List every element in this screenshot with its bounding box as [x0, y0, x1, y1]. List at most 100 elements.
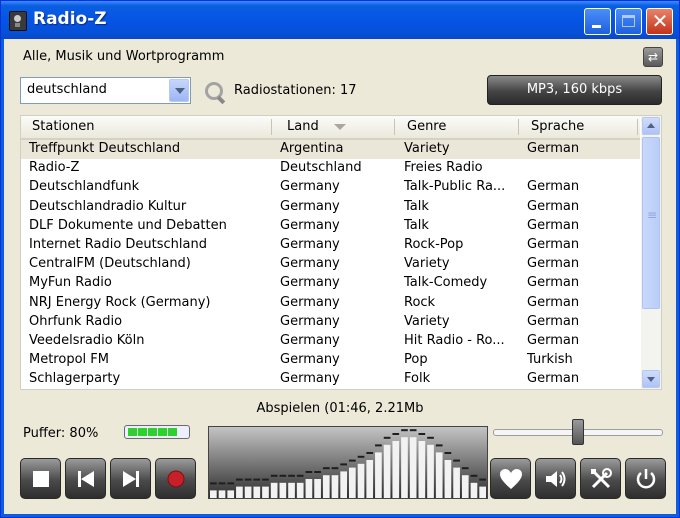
sort-desc-icon	[334, 124, 346, 130]
table-row[interactable]: Deutschlandfunk Germany Talk-Public Ra... G…	[21, 178, 640, 197]
spectrum-bar	[296, 482, 304, 498]
column-header-stations[interactable]: Stationen	[32, 119, 94, 134]
language-cell: German	[527, 179, 580, 195]
table-row[interactable]: Ohrfunk Radio Germany Variety German	[21, 313, 640, 332]
spectrum-bar	[375, 452, 382, 498]
spectrum-peak	[479, 478, 486, 481]
spectrum-bar	[409, 437, 417, 498]
category-label[interactable]: Alle, Musik und Wortprogramm	[23, 49, 224, 64]
spectrum-bar	[444, 460, 452, 498]
spectrum-peak	[392, 433, 400, 435]
scroll-up-button[interactable]	[642, 117, 660, 135]
table-row[interactable]: Deutschlandradio Kultur Germany Talk German	[21, 198, 640, 217]
table-row[interactable]: DLF Dokumente und Debatten Germany Talk Ger…	[21, 217, 640, 236]
buffer-segment	[138, 428, 147, 436]
country-select[interactable]: deutschland	[20, 77, 191, 104]
playback-status: Abspielen (01:46, 2.21Mb	[256, 401, 424, 416]
skip-forward-icon	[111, 459, 150, 498]
window-title: Radio-Z	[33, 9, 107, 29]
scroll-down-button[interactable]	[642, 370, 660, 388]
main-panel: Alle, Musik und Wortprogramm ⇄ deutschla…	[4, 39, 676, 514]
heart-icon	[491, 459, 530, 498]
station-name-cell: Veedelsradio Köln	[29, 332, 145, 348]
column-header-language[interactable]: Sprache	[531, 119, 584, 134]
language-cell: German	[527, 332, 580, 348]
next-button[interactable]	[110, 458, 151, 499]
spectrum-peak	[270, 474, 278, 477]
genre-cell: Hit Radio - Ro...	[404, 332, 505, 348]
close-icon: ✕	[651, 9, 669, 33]
column-divider[interactable]	[518, 119, 519, 135]
spectrum-peak	[262, 478, 269, 481]
column-divider[interactable]	[271, 119, 272, 135]
spectrum-bar	[262, 486, 269, 498]
table-row[interactable]: CentralFM (Deutschland) Germany Variety Ger…	[21, 255, 640, 274]
search-icon[interactable]	[205, 82, 223, 100]
minimize-button[interactable]	[584, 8, 611, 35]
chevron-down-icon[interactable]	[169, 79, 189, 102]
spectrum-bar	[253, 486, 261, 498]
language-cell: German	[527, 198, 580, 214]
station-name-cell: Treffpunkt Deutschland	[29, 141, 181, 156]
table-row[interactable]: Radio-Z Deutschland Freies Radio	[21, 159, 640, 178]
stop-button[interactable]	[20, 458, 61, 499]
table-row[interactable]: Treffpunkt Deutschland Argentina Variety Ge…	[21, 140, 640, 160]
genre-cell: Talk-Comedy	[404, 275, 488, 291]
genre-cell: Pop	[404, 352, 428, 368]
spectrum-bar	[453, 467, 460, 498]
country-select-value: deutschland	[27, 82, 107, 97]
tools-button[interactable]	[580, 458, 621, 499]
format-button[interactable]: MP3, 160 kbps	[487, 75, 662, 105]
previous-button[interactable]	[65, 458, 106, 499]
spectrum-bar	[340, 471, 347, 498]
table-row[interactable]: NRJ Energy Rock (Germany) Germany Rock Germ…	[21, 294, 640, 313]
station-name-cell: CentralFM (Deutschland)	[29, 256, 191, 272]
spectrum-bar	[270, 482, 278, 498]
power-button[interactable]	[625, 458, 666, 499]
scroll-thumb[interactable]	[642, 137, 660, 309]
close-button[interactable]: ✕	[646, 8, 673, 35]
genre-cell: Rock	[404, 294, 436, 310]
country-cell: Germany	[280, 313, 340, 329]
spectrum-bar	[401, 437, 408, 498]
maximize-button[interactable]	[615, 8, 642, 35]
table-row[interactable]: Internet Radio Deutschland Germany Rock-Po…	[21, 236, 640, 255]
column-divider[interactable]	[637, 119, 638, 135]
language-cell: German	[527, 275, 580, 291]
genre-cell: Variety	[404, 256, 450, 272]
table-row[interactable]: Veedelsradio Köln Germany Hit Radio - Ro..…	[21, 332, 640, 351]
speaker-icon	[536, 459, 575, 498]
spectrum-bar	[427, 444, 434, 498]
column-divider[interactable]	[394, 119, 395, 135]
spectrum-peak	[296, 474, 304, 477]
country-cell: Argentina	[280, 141, 344, 156]
column-header-genre[interactable]: Genre	[407, 119, 446, 134]
spectrum-peak	[279, 474, 287, 477]
table-row[interactable]: Metropol FM Germany Pop Turkish	[21, 351, 640, 370]
title-bar[interactable]: Radio-Z ✕	[1, 1, 679, 39]
record-button[interactable]	[155, 458, 196, 499]
station-name-cell: Ohrfunk Radio	[29, 313, 123, 329]
spectrum-peak	[322, 467, 330, 470]
radio-app-icon	[9, 11, 27, 31]
table-row[interactable]: MyFun Radio Germany Talk-Comedy German	[21, 274, 640, 293]
volume-button[interactable]	[535, 458, 576, 499]
vertical-scrollbar[interactable]	[641, 116, 661, 389]
refresh-button[interactable]: ⇄	[643, 47, 663, 67]
genre-cell: Folk	[404, 371, 431, 387]
genre-cell: Variety	[404, 141, 450, 156]
spectrum-peak	[409, 429, 417, 432]
spectrum-peak	[435, 444, 443, 447]
genre-cell: Talk	[404, 198, 429, 214]
spectrum-bar	[357, 463, 365, 498]
language-cell: German	[527, 371, 580, 387]
spectrum-peak	[375, 444, 382, 447]
spectrum-peak	[305, 471, 313, 473]
audio-visualizer	[208, 426, 488, 499]
favorite-button[interactable]	[490, 458, 531, 499]
volume-slider-thumb[interactable]	[572, 419, 584, 445]
power-icon	[626, 459, 665, 498]
column-header-country[interactable]: Land	[287, 119, 319, 134]
buffer-meter	[124, 425, 190, 439]
table-row[interactable]: Schlagerparty Germany Folk German	[21, 370, 640, 389]
